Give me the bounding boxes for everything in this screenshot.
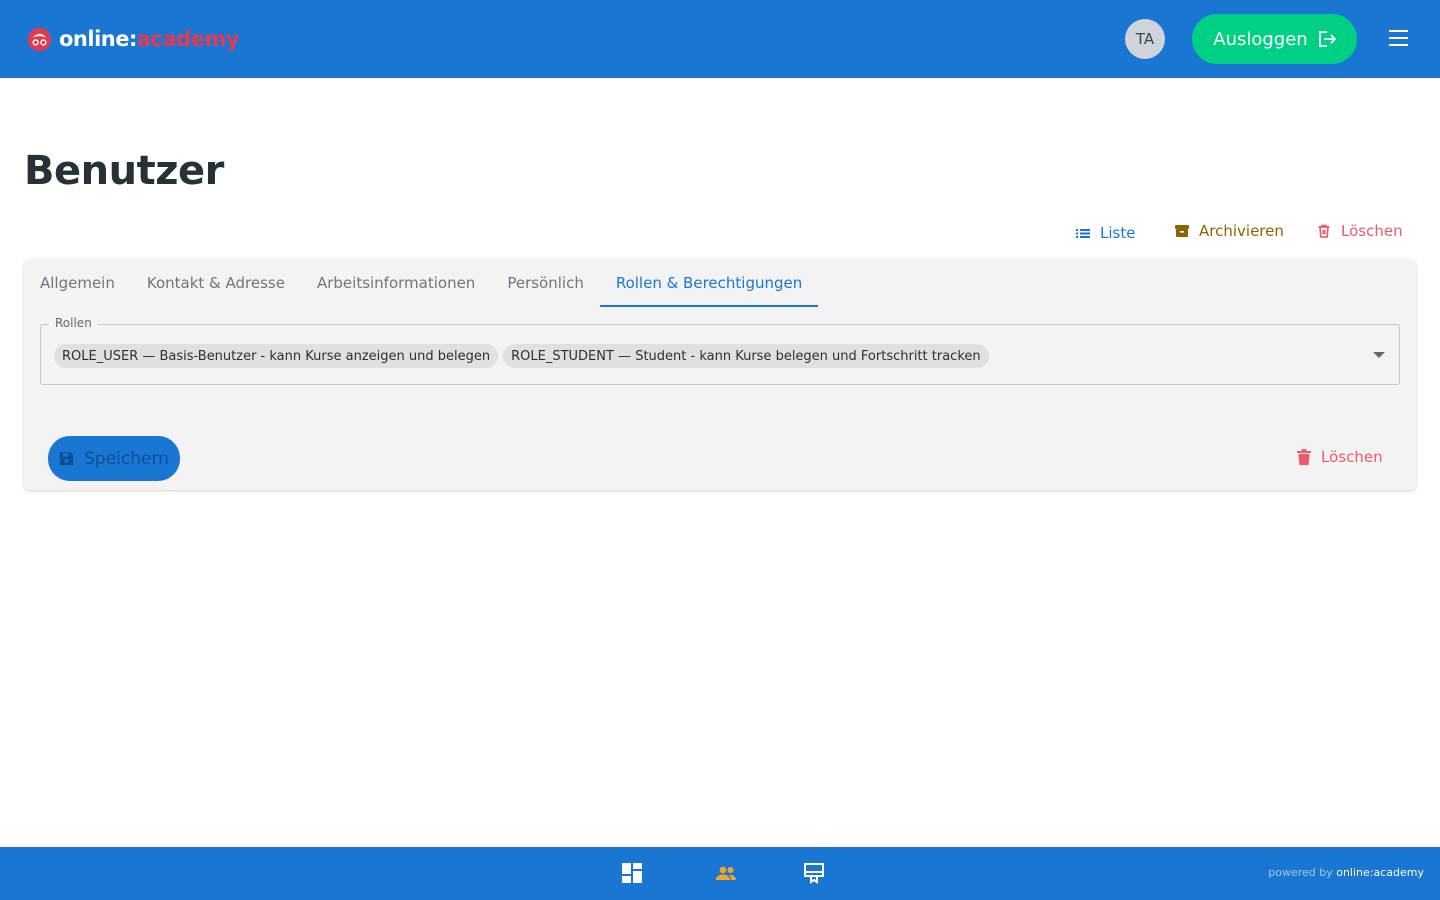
powered-by: powered by online:academy bbox=[1268, 866, 1424, 879]
hamburger-menu-icon[interactable] bbox=[1387, 28, 1410, 48]
tab-allgemein[interactable]: Allgemein bbox=[24, 259, 131, 307]
delete-button-top[interactable]: Löschen bbox=[1316, 220, 1403, 242]
courses-icon[interactable] bbox=[803, 862, 825, 884]
role-chip-user[interactable]: ROLE_USER — Basis-Benutzer - kann Kurse … bbox=[54, 344, 499, 368]
app-logo[interactable]: online:academy bbox=[26, 24, 240, 54]
roles-chips: ROLE_USER — Basis-Benutzer - kann Kurse … bbox=[54, 344, 989, 368]
logout-icon bbox=[1318, 31, 1336, 47]
form-tabs: Allgemein Kontakt & Adresse Arbeitsinfor… bbox=[24, 259, 819, 307]
archive-icon bbox=[1175, 225, 1189, 237]
trash-icon bbox=[1297, 449, 1311, 465]
tab-rollen-berechtigungen[interactable]: Rollen & Berechtigungen bbox=[599, 259, 819, 307]
user-avatar[interactable]: TA bbox=[1125, 19, 1165, 59]
delete-button-bottom[interactable]: Löschen bbox=[1297, 446, 1383, 468]
delete-label-bottom: Löschen bbox=[1321, 448, 1383, 466]
save-button[interactable]: Speichern bbox=[48, 436, 180, 481]
logout-label: Ausloggen bbox=[1213, 28, 1308, 50]
trash-outline-icon bbox=[1318, 224, 1330, 238]
page-title: Benutzer bbox=[24, 148, 224, 194]
dropdown-arrow-icon[interactable] bbox=[1373, 352, 1385, 358]
delete-label-top: Löschen bbox=[1341, 222, 1403, 240]
logout-button[interactable]: Ausloggen bbox=[1192, 14, 1357, 64]
logo-text: online:academy bbox=[59, 27, 240, 51]
role-chip-student[interactable]: ROLE_STUDENT — Student - kann Kurse bele… bbox=[503, 344, 989, 368]
list-label: Liste bbox=[1100, 224, 1136, 242]
list-button[interactable]: Liste bbox=[1075, 222, 1135, 244]
top-app-bar: online:academy TA Ausloggen bbox=[0, 0, 1440, 78]
user-form-card: Allgemein Kontakt & Adresse Arbeitsinfor… bbox=[24, 259, 1416, 490]
roles-label: Rollen bbox=[49, 316, 98, 330]
dashboard-icon[interactable] bbox=[621, 862, 643, 884]
archive-button[interactable]: Archivieren bbox=[1174, 220, 1284, 242]
roles-select[interactable]: Rollen ROLE_USER — Basis-Benutzer - kann… bbox=[40, 316, 1400, 385]
save-label: Speichern bbox=[84, 448, 169, 469]
tab-kontakt-adresse[interactable]: Kontakt & Adresse bbox=[131, 259, 301, 307]
archive-label: Archivieren bbox=[1199, 222, 1284, 240]
list-icon bbox=[1076, 229, 1090, 238]
save-icon bbox=[60, 451, 74, 466]
users-icon[interactable] bbox=[715, 862, 737, 884]
tab-arbeitsinformationen[interactable]: Arbeitsinformationen bbox=[301, 259, 491, 307]
tab-persoenlich[interactable]: Persönlich bbox=[491, 259, 600, 307]
bottom-nav-bar: powered by online:academy bbox=[0, 847, 1440, 900]
logo-icon bbox=[27, 27, 52, 51]
